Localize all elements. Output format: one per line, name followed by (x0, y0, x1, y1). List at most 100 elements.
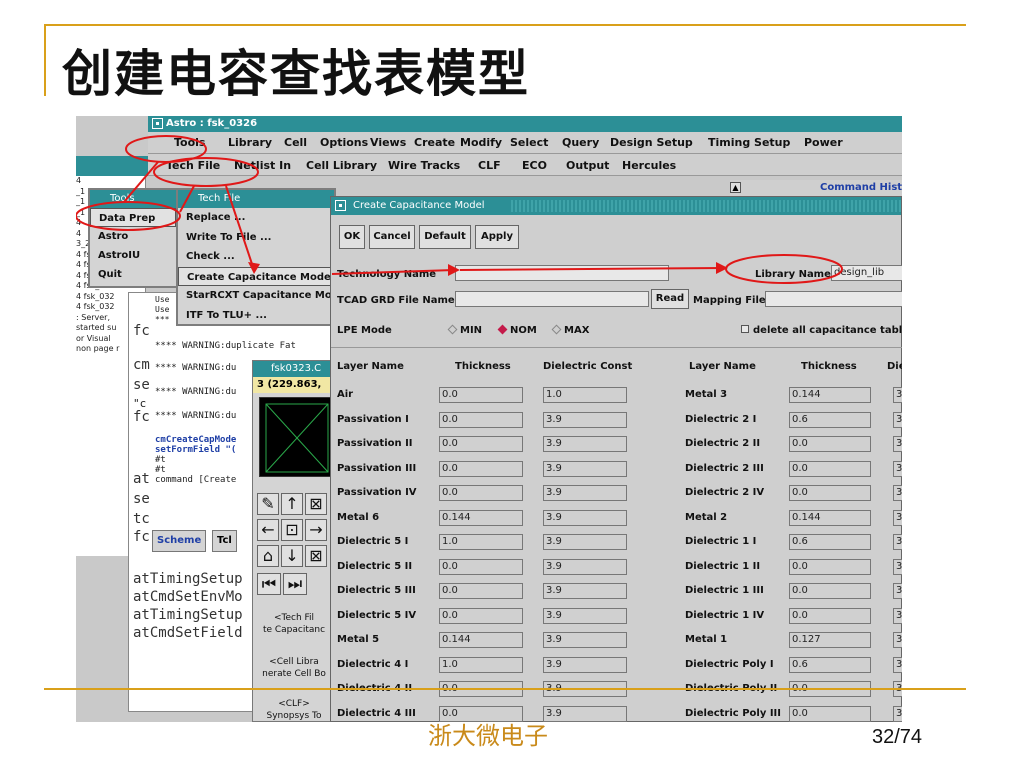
menu-options[interactable]: Options (320, 136, 368, 149)
caption-cell-bo[interactable]: nerate Cell Bo (253, 669, 335, 679)
rewind-icon[interactable]: ⏮ (257, 573, 281, 595)
dielectric-field-right[interactable]: 3 (893, 705, 902, 722)
thickness-field-right[interactable]: 0.0 (789, 583, 871, 599)
thickness-field-left[interactable]: 1.0 (439, 656, 523, 673)
menu-item-astroiu[interactable]: AstroIU (90, 246, 176, 265)
thickness-field-left[interactable]: 0.0 (439, 436, 523, 452)
zoom-box-icon[interactable]: ⊡ (281, 519, 303, 541)
menu-design-setup[interactable]: Design Setup (610, 136, 693, 149)
dielectric-field-left[interactable]: 3.9 (543, 583, 627, 599)
arrow-left-icon[interactable]: ← (257, 519, 279, 541)
dielectric-field-left[interactable]: 3.9 (543, 607, 627, 624)
pan-icon[interactable]: ⌂ (257, 545, 279, 567)
menu-create[interactable]: Create (414, 136, 455, 149)
submenu-output[interactable]: Output (566, 159, 609, 172)
menu-item-starrcxt[interactable]: StarRCXT Capacitance Mo (178, 286, 334, 306)
dielectric-field-left[interactable]: 3.9 (543, 632, 627, 648)
dielectric-field-left[interactable]: 3.9 (543, 509, 627, 526)
apply-button[interactable]: Apply (475, 225, 519, 249)
delete-tables-checkbox[interactable]: delete all capacitance tables (741, 325, 902, 336)
menu-timing-setup[interactable]: Timing Setup (708, 136, 790, 149)
thickness-field-left[interactable]: 0.0 (439, 411, 523, 428)
dielectric-field-left[interactable]: 3.9 (543, 411, 627, 428)
thickness-field-left[interactable]: 0.0 (439, 583, 523, 599)
thickness-field-left[interactable]: 0.144 (439, 509, 523, 526)
caption-clf[interactable]: <CLF> (253, 699, 335, 709)
submenu-eco[interactable]: ECO (522, 159, 547, 172)
menu-modify[interactable]: Modify (460, 136, 502, 149)
thickness-field-right[interactable]: 0.6 (789, 534, 871, 550)
thickness-field-right[interactable]: 0.0 (789, 607, 871, 624)
dielectric-field-left[interactable]: 3.9 (543, 460, 627, 477)
menu-item-check[interactable]: Check ... (178, 247, 334, 267)
lpe-nom-radio[interactable]: NOM (497, 324, 537, 336)
dielectric-field-right[interactable]: 3 (893, 534, 902, 550)
arrow-up-icon[interactable]: ↑ (281, 493, 303, 515)
caption-synopsys[interactable]: Synopsys To (253, 711, 335, 721)
tab-tcl[interactable]: Tcl (212, 530, 237, 552)
ok-button[interactable]: OK (339, 225, 365, 249)
library-name-input[interactable]: design_lib (831, 265, 902, 281)
thickness-field-right[interactable]: 0.6 (789, 411, 871, 428)
thickness-field-left[interactable]: 0.0 (439, 460, 523, 477)
window-menu-icon[interactable] (152, 118, 163, 129)
cancel-button[interactable]: Cancel (369, 225, 415, 249)
scroll-up-icon[interactable]: ▲ (730, 182, 741, 193)
thickness-field-left[interactable]: 1.0 (439, 534, 523, 550)
caption-tech-file[interactable]: <Tech Fil (253, 613, 335, 623)
thickness-field-right[interactable]: 0.6 (789, 656, 871, 673)
dielectric-field-left[interactable]: 3.9 (543, 705, 627, 722)
lpe-max-radio[interactable]: MAX (551, 324, 589, 336)
mapping-file-input[interactable] (765, 291, 902, 307)
menu-select[interactable]: Select (510, 136, 548, 149)
lpe-min-radio[interactable]: MIN (447, 324, 482, 336)
submenu-hercules[interactable]: Hercules (622, 159, 676, 172)
dielectric-field-left[interactable]: 3.9 (543, 485, 627, 501)
thickness-field-right[interactable]: 0.144 (789, 509, 871, 526)
dielectric-field-left[interactable]: 1.0 (543, 387, 627, 403)
dielectric-field-right[interactable]: 3 (893, 387, 902, 403)
thickness-field-left[interactable]: 0.144 (439, 632, 523, 648)
menu-item-astro[interactable]: Astro (90, 227, 176, 246)
read-button[interactable]: Read (651, 289, 689, 309)
dielectric-field-left[interactable]: 3.9 (543, 558, 627, 575)
edit-icon[interactable]: ✎ (257, 493, 279, 515)
dielectric-field-right[interactable]: 3 (893, 632, 902, 648)
menu-item-itf-to-tlu[interactable]: ITF To TLU+ ... (178, 306, 334, 326)
arrow-down-icon[interactable]: ↓ (281, 545, 303, 567)
thickness-field-left[interactable]: 0.0 (439, 607, 523, 624)
dielectric-field-right[interactable]: 3 (893, 460, 902, 477)
tab-scheme[interactable]: Scheme (152, 530, 207, 552)
thickness-field-left[interactable]: 0.0 (439, 485, 523, 501)
thickness-field-right[interactable]: 0.144 (789, 387, 871, 403)
menu-item-replace[interactable]: Replace ... (178, 208, 334, 228)
forward-icon[interactable]: ⏭ (283, 573, 307, 595)
dialog-menu-icon[interactable] (335, 200, 346, 211)
caption-cell-library[interactable]: <Cell Libra (253, 657, 335, 667)
submenu-wire-tracks[interactable]: Wire Tracks (388, 159, 460, 172)
dielectric-field-left[interactable]: 3.9 (543, 534, 627, 550)
dielectric-field-right[interactable]: 3 (893, 436, 902, 452)
tcad-file-input[interactable] (455, 291, 649, 307)
menu-cell[interactable]: Cell (284, 136, 307, 149)
menu-item-data-prep[interactable]: Data Prep (90, 208, 176, 227)
submenu-cell-library[interactable]: Cell Library (306, 159, 377, 172)
close-box-icon[interactable]: ⊠ (305, 493, 327, 515)
dielectric-field-right[interactable]: 3 (893, 509, 902, 526)
menu-item-create-capacitance-model[interactable]: Create Capacitance Model (178, 266, 334, 286)
menu-item-quit[interactable]: Quit (90, 265, 176, 284)
dielectric-field-right[interactable]: 3 (893, 656, 902, 673)
thickness-field-right[interactable]: 0.0 (789, 485, 871, 501)
dielectric-field-right[interactable]: 3 (893, 607, 902, 624)
dielectric-field-right[interactable]: 3 (893, 411, 902, 428)
thickness-field-right[interactable]: 0.0 (789, 436, 871, 452)
submenu-netlist-in[interactable]: Netlist In (234, 159, 291, 172)
caption-capacitance[interactable]: te Capacitanc (253, 625, 335, 635)
technology-name-input[interactable] (455, 265, 669, 281)
menu-tools[interactable]: Tools (174, 136, 205, 149)
thickness-field-left[interactable]: 0.0 (439, 558, 523, 575)
fit-box-icon[interactable]: ⊠ (305, 545, 327, 567)
menu-views[interactable]: Views (370, 136, 406, 149)
menu-library[interactable]: Library (228, 136, 272, 149)
menu-query[interactable]: Query (562, 136, 599, 149)
